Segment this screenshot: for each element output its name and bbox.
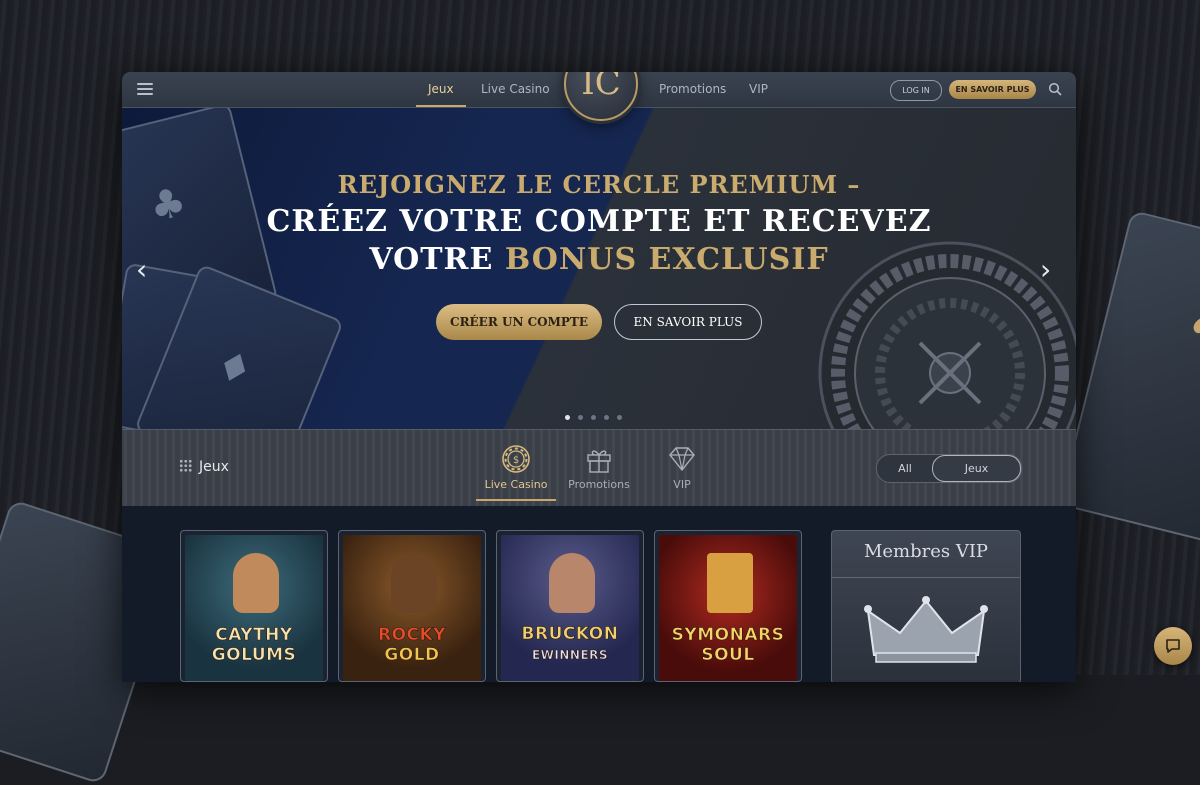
chat-support-button[interactable] [1154,627,1192,665]
spade-icon: ♠ [1182,299,1200,353]
grid-icon [179,459,192,472]
category-tab-vip[interactable]: VIP [637,444,727,491]
carousel-dot[interactable] [565,415,570,420]
game-title: SYMONARS SOUL [671,625,785,666]
vip-panel-title: Membres VIP [863,541,989,562]
game-title: ROCKY GOLD [377,625,446,666]
carousel-dot[interactable] [578,415,583,420]
crown-icon [864,596,988,663]
carousel-dot[interactable] [591,415,596,420]
hero-headline-line-1: REJOIGNEZ LE CERCLE PREMIUM – [337,170,861,199]
game-artwork: ROCKY GOLD [343,535,481,681]
nav-link-promotions[interactable]: Promotions [659,72,726,107]
nav-link-vip[interactable]: VIP [749,72,768,107]
game-artwork: CAYTHY GOLUMS [185,535,323,681]
search-icon[interactable] [1048,82,1062,96]
create-account-button[interactable]: CRÉER UN COMPTE [436,304,602,340]
divider [832,577,1020,578]
chat-bubble-icon [1166,639,1180,653]
game-tile[interactable]: ROCKY GOLD [338,530,486,682]
game-tile[interactable]: BRUCKON EWINNERS [496,530,644,682]
diamond-icon: ♦ [208,340,260,397]
category-tab-live-casino[interactable]: $ Live Casino [471,444,561,501]
diamond-gem-icon [669,447,695,472]
emblem-graphic [707,553,753,613]
game-title: BRUCKON EWINNERS [521,624,619,663]
en-savoir-plus-nav-button[interactable]: EN SAVOIR PLUS [949,80,1036,99]
game-artwork: BRUCKON EWINNERS [501,535,639,681]
vip-members-panel[interactable]: Membres VIP [831,530,1021,682]
carousel-dots [565,405,630,424]
game-artwork: SYMONARS SOUL [659,535,797,681]
login-button[interactable]: LOG IN [890,80,942,101]
casino-chip-icon: $ [502,445,530,473]
game-tile[interactable]: CAYTHY GOLUMS [180,530,328,682]
category-tab-label: Live Casino [484,478,548,491]
character-graphic [391,553,437,613]
nav-link-live-casino[interactable]: Live Casino [481,72,550,107]
hero-headline-line-2: CRÉEZ VOTRE COMPTE ET RECEVEZ [266,204,932,239]
learn-more-button[interactable]: EN SAVOIR PLUS [614,304,762,340]
carousel-prev-icon[interactable]: ‹ [136,253,147,286]
category-tab-label: Promotions [568,478,630,491]
toggle-option-jeux[interactable]: Jeux [932,455,1021,482]
toggle-option-all[interactable]: All [877,455,933,482]
hero-headline-white: VOTRE [369,242,494,277]
casino-website-window: Jeux Live Casino Promotions VIP LOG IN E… [122,72,1076,682]
gift-icon [587,450,611,473]
hero-banner: ♣ ♦ REJOIGNEZ LE CERCLE PREMIUM – CRÉEZ … [122,108,1076,429]
carousel-next-icon[interactable]: › [1040,253,1051,286]
character-graphic [233,553,279,613]
game-tile[interactable]: SYMONARS SOUL [654,530,802,682]
hero-headline-gold: BONUS EXCLUSIF [504,242,829,277]
carousel-dot[interactable] [617,415,622,420]
nav-link-jeux[interactable]: Jeux [416,72,466,107]
carousel-dot[interactable] [604,415,609,420]
category-section-jeux[interactable]: Jeux [179,459,229,475]
filter-toggle: All Jeux [876,454,1022,483]
games-section: CAYTHY GOLUMS ROCKY GOLD BRUCKON EWINNERS S… [122,506,1076,682]
hamburger-menu-icon[interactable] [137,83,153,96]
svg-text:$: $ [513,455,519,466]
category-bar: Jeux $ Live Casino Promotions VIP All Je… [122,429,1076,507]
category-tab-label: VIP [673,478,691,491]
character-graphic [549,553,595,613]
category-section-label: Jeux [199,459,229,475]
category-tab-promotions[interactable]: Promotions [554,444,644,491]
hero-headline-line-3: VOTRE BONUS EXCLUSIF [122,242,1076,277]
game-title: CAYTHY GOLUMS [211,625,297,666]
